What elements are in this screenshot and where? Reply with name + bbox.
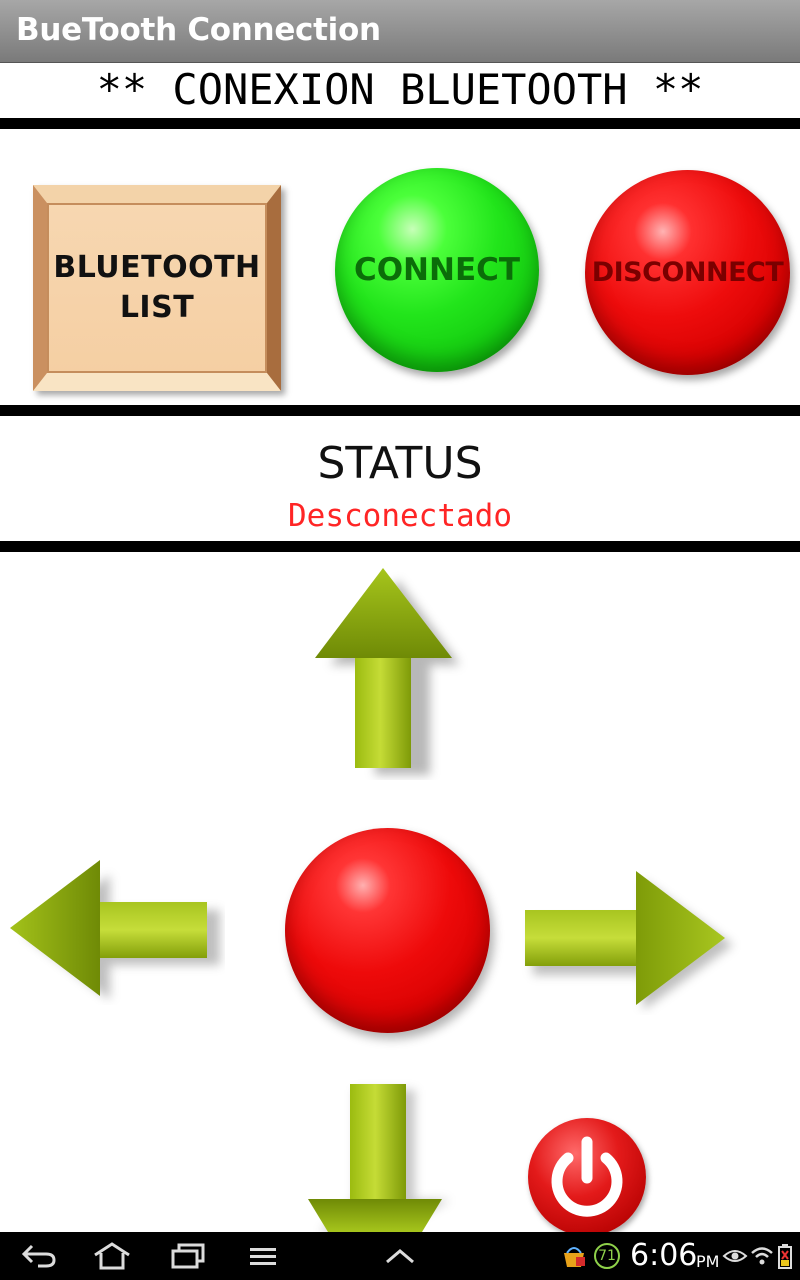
disconnect-label: DISCONNECT	[591, 257, 784, 288]
arrow-right-icon[interactable]	[518, 865, 748, 1019]
arrow-down-icon[interactable]	[300, 1075, 460, 1236]
bluetooth-list-button[interactable]: BLUETOOTH LIST	[33, 185, 281, 391]
eye-icon	[722, 1232, 748, 1280]
divider-middle	[0, 405, 800, 416]
clock-ampm: PM	[696, 1252, 720, 1271]
wifi-icon	[750, 1232, 774, 1280]
notification-count-badge: 71	[594, 1243, 620, 1269]
arrow-up-icon[interactable]	[300, 560, 475, 784]
up-chevron-icon[interactable]	[383, 1232, 417, 1280]
connect-label: CONNECT	[353, 252, 521, 288]
disconnect-button[interactable]: DISCONNECT	[585, 170, 790, 375]
power-button[interactable]	[528, 1118, 646, 1236]
power-icon	[551, 1136, 623, 1217]
back-icon[interactable]	[18, 1232, 60, 1280]
home-icon[interactable]	[90, 1232, 134, 1280]
page-heading: ** CONEXION BLUETOOTH **	[96, 65, 704, 114]
divider-top	[0, 118, 800, 129]
bluetooth-list-label-line1: BLUETOOTH	[53, 250, 261, 285]
status-value: Desconectado	[288, 498, 512, 534]
app-title-bar: BueTooth Connection	[0, 0, 800, 63]
status-label: STATUS	[317, 438, 483, 489]
menu-icon[interactable]	[246, 1232, 280, 1280]
store-icon	[560, 1232, 588, 1280]
arrow-left-icon[interactable]	[5, 855, 225, 1009]
connect-button[interactable]: CONNECT	[335, 168, 539, 372]
recent-apps-icon[interactable]	[168, 1232, 208, 1280]
bluetooth-list-label-line2: LIST	[119, 290, 195, 325]
battery-icon	[776, 1232, 794, 1280]
clock-time: 6:06	[630, 1238, 698, 1273]
divider-bottom	[0, 541, 800, 552]
system-nav-bar: 6:06 PM	[0, 1232, 800, 1280]
stop-button[interactable]	[285, 828, 490, 1033]
window-title: BueTooth Connection	[16, 12, 381, 48]
